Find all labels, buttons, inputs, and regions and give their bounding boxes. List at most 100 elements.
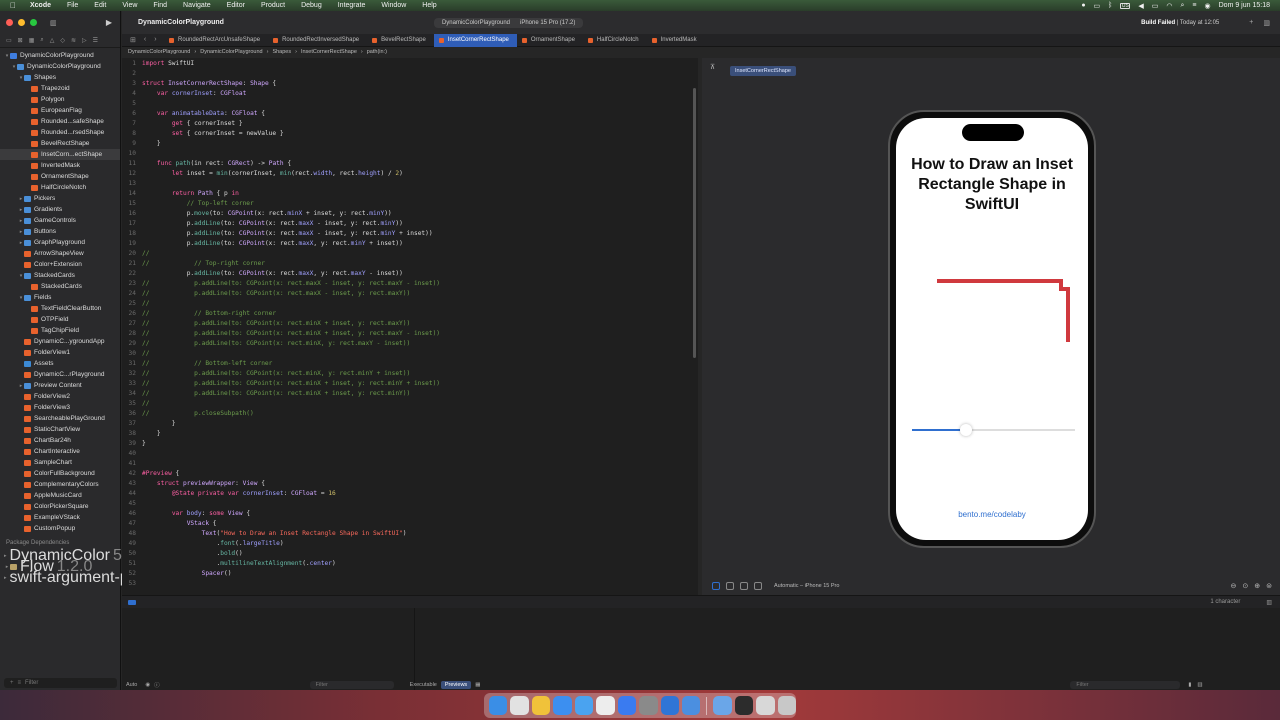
layout-icon[interactable]: ▥ — [1197, 682, 1202, 688]
code-line[interactable]: 33 // p.addLine(to: CGPoint(x: rect.minX … — [122, 378, 698, 388]
preview-app-icon[interactable] — [756, 696, 775, 715]
preview-tag[interactable]: InsetCornerRectShape — [730, 66, 796, 76]
code-line[interactable]: 8 set { cornerInset = newValue } — [122, 128, 698, 138]
code-line[interactable]: 34 // p.addLine(to: CGPoint(x: rect.minX … — [122, 388, 698, 398]
disclosure-icon[interactable]: ▸ — [4, 575, 7, 581]
tree-item[interactable]: Color+Extension — [0, 259, 120, 270]
code-line[interactable]: 1 import SwiftUI — [122, 58, 698, 68]
tree-item[interactable]: FolderView1 — [0, 347, 120, 358]
back-icon[interactable]: ‹ — [144, 36, 146, 44]
tab-roundedrectinversedshape[interactable]: RoundedRectInversedShape — [268, 34, 367, 47]
code-line[interactable]: 50 .bold() — [122, 548, 698, 558]
forward-icon[interactable]: › — [154, 36, 156, 44]
tree-item[interactable]: FolderView3 — [0, 402, 120, 413]
tab-previews[interactable]: Previews — [440, 680, 472, 689]
code-line[interactable]: 35 // — [122, 398, 698, 408]
launchpad-icon[interactable] — [510, 696, 529, 715]
variants-icon[interactable] — [740, 582, 748, 590]
code-line[interactable]: 40 — [122, 448, 698, 458]
tree-item[interactable]: DynamicC...rPlayground — [0, 369, 120, 380]
system-settings-icon[interactable] — [639, 696, 658, 715]
tree-item[interactable]: ▸ Pickers — [0, 193, 120, 204]
downloads-folder-icon[interactable] — [713, 696, 732, 715]
find-icon[interactable]: ⌕ — [40, 37, 43, 44]
tree-item[interactable]: FolderView2 — [0, 391, 120, 402]
add-library-icon[interactable]: + — [1249, 19, 1253, 26]
tab-bevelrectshape[interactable]: BevelRectShape — [367, 34, 434, 47]
tab-executable[interactable]: Executable — [406, 681, 441, 689]
zoom-in-icon[interactable]: ⊕ — [1254, 582, 1260, 590]
corner-inset-slider[interactable] — [912, 424, 1075, 436]
code-line[interactable]: 41 — [122, 458, 698, 468]
apple-icon[interactable]:  — [0, 1, 22, 10]
code-line[interactable]: 51 .multilineTextAlignment(.center) — [122, 558, 698, 568]
live-mode-icon[interactable] — [712, 582, 720, 590]
editor-scrollbar[interactable] — [693, 88, 696, 358]
code-line[interactable]: 17 p.addLine(to: CGPoint(x: rect.maxX - … — [122, 218, 698, 228]
simulator-icon[interactable] — [681, 696, 701, 715]
code-line[interactable]: 52 Spacer() — [122, 568, 698, 578]
minimize-window-button[interactable] — [18, 19, 25, 26]
tree-item[interactable]: CustomPopup — [0, 523, 120, 534]
code-line[interactable]: 36 // p.closeSubpath() — [122, 408, 698, 418]
code-line[interactable]: 23 // p.addLine(to: CGPoint(x: rect.maxX … — [122, 278, 698, 288]
preview-link[interactable]: bento.me/codelaby — [896, 510, 1088, 519]
info-icon[interactable]: ⓘ — [154, 681, 160, 689]
code-line[interactable]: 30 // — [122, 348, 698, 358]
code-line[interactable]: 47 VStack { — [122, 518, 698, 528]
source-editor[interactable]: 1 import SwiftUI 2 3 struct InsetCornerRectS… — [122, 58, 698, 595]
tree-item[interactable]: ChartBar24h — [0, 435, 120, 446]
tree-item[interactable]: Trapezoid — [0, 83, 120, 94]
mail-icon[interactable] — [574, 696, 594, 715]
pin-icon[interactable]: ⊼ — [710, 63, 715, 71]
tree-item[interactable]: AppleMusicCard — [0, 490, 120, 501]
xcode-icon[interactable] — [660, 696, 679, 715]
grid-icon[interactable]: ⊞ — [130, 36, 136, 44]
zoom-fit-icon[interactable]: ⊙ — [1242, 582, 1248, 590]
tree-item[interactable]: ▾ Shapes — [0, 72, 120, 83]
battery-icon[interactable]: ▭ — [1152, 2, 1159, 10]
code-line[interactable]: 31 // // Bottom-left corner — [122, 358, 698, 368]
menu-integrate[interactable]: Integrate — [330, 2, 374, 9]
menu-view[interactable]: View — [114, 2, 145, 9]
code-line[interactable]: 21 // // Top-right corner — [122, 258, 698, 268]
tree-item[interactable]: ExampleVStack — [0, 512, 120, 523]
code-line[interactable]: 24 // p.addLine(to: CGPoint(x: rect.maxX … — [122, 288, 698, 298]
code-line[interactable]: 43 struct previewWrapper: View { — [122, 478, 698, 488]
menu-xcode[interactable]: Xcode — [22, 2, 59, 9]
code-line[interactable]: 32 // p.addLine(to: CGPoint(x: rect.minX,… — [122, 368, 698, 378]
symbol-icon[interactable]: ▦ — [29, 37, 35, 44]
code-line[interactable]: 7 get { cornerInset } — [122, 118, 698, 128]
tab-ornamentshape[interactable]: OrnamentShape — [517, 34, 583, 47]
eye-icon[interactable]: ◉ — [145, 682, 150, 688]
breakpoint-icon[interactable]: ▷ — [82, 37, 87, 44]
tree-item[interactable]: ▸ GameControls — [0, 215, 120, 226]
menu-help[interactable]: Help — [414, 2, 444, 9]
safari-icon[interactable] — [553, 696, 572, 715]
code-line[interactable]: 49 .font(.largeTitle) — [122, 538, 698, 548]
code-line[interactable]: 45 — [122, 498, 698, 508]
tree-item[interactable]: TagChipField — [0, 325, 120, 336]
status-dot-icon[interactable]: ● — [1081, 2, 1085, 9]
code-line[interactable]: 28 // p.addLine(to: CGPoint(x: rect.minX … — [122, 328, 698, 338]
menu-edit[interactable]: Edit — [86, 2, 114, 9]
tree-item[interactable]: ArrowShapeView — [0, 248, 120, 259]
tree-item[interactable]: StaticChartView — [0, 424, 120, 435]
tree-item[interactable]: ▸ GraphPlayground — [0, 237, 120, 248]
code-line[interactable]: 46 var body: some View { — [122, 508, 698, 518]
sidebar-toggle-icon[interactable]: ▥ — [50, 19, 57, 27]
device-settings-icon[interactable] — [754, 582, 762, 590]
menu-product[interactable]: Product — [253, 2, 293, 9]
code-line[interactable]: 12 let inset = min(cornerInset, min(rect… — [122, 168, 698, 178]
code-line[interactable]: 48 Text("How to Draw an Inset Rectangle … — [122, 528, 698, 538]
calendar-icon[interactable] — [596, 696, 615, 715]
device-screen[interactable]: How to Draw an Inset Rectangle Shape in … — [896, 118, 1088, 540]
zoom-window-button[interactable] — [30, 19, 37, 26]
package-item[interactable]: ▸swift-argument-parser1.3.1 — [0, 569, 204, 586]
jumpbar-file[interactable]: InsetCornerRectShape — [301, 49, 357, 55]
jumpbar-folder[interactable]: Shapes — [272, 49, 291, 55]
code-line[interactable]: 20 // — [122, 248, 698, 258]
display-icon[interactable]: ▭ — [1094, 2, 1101, 10]
tree-item[interactable]: SampleChart — [0, 457, 120, 468]
code-line[interactable]: 5 — [122, 98, 698, 108]
